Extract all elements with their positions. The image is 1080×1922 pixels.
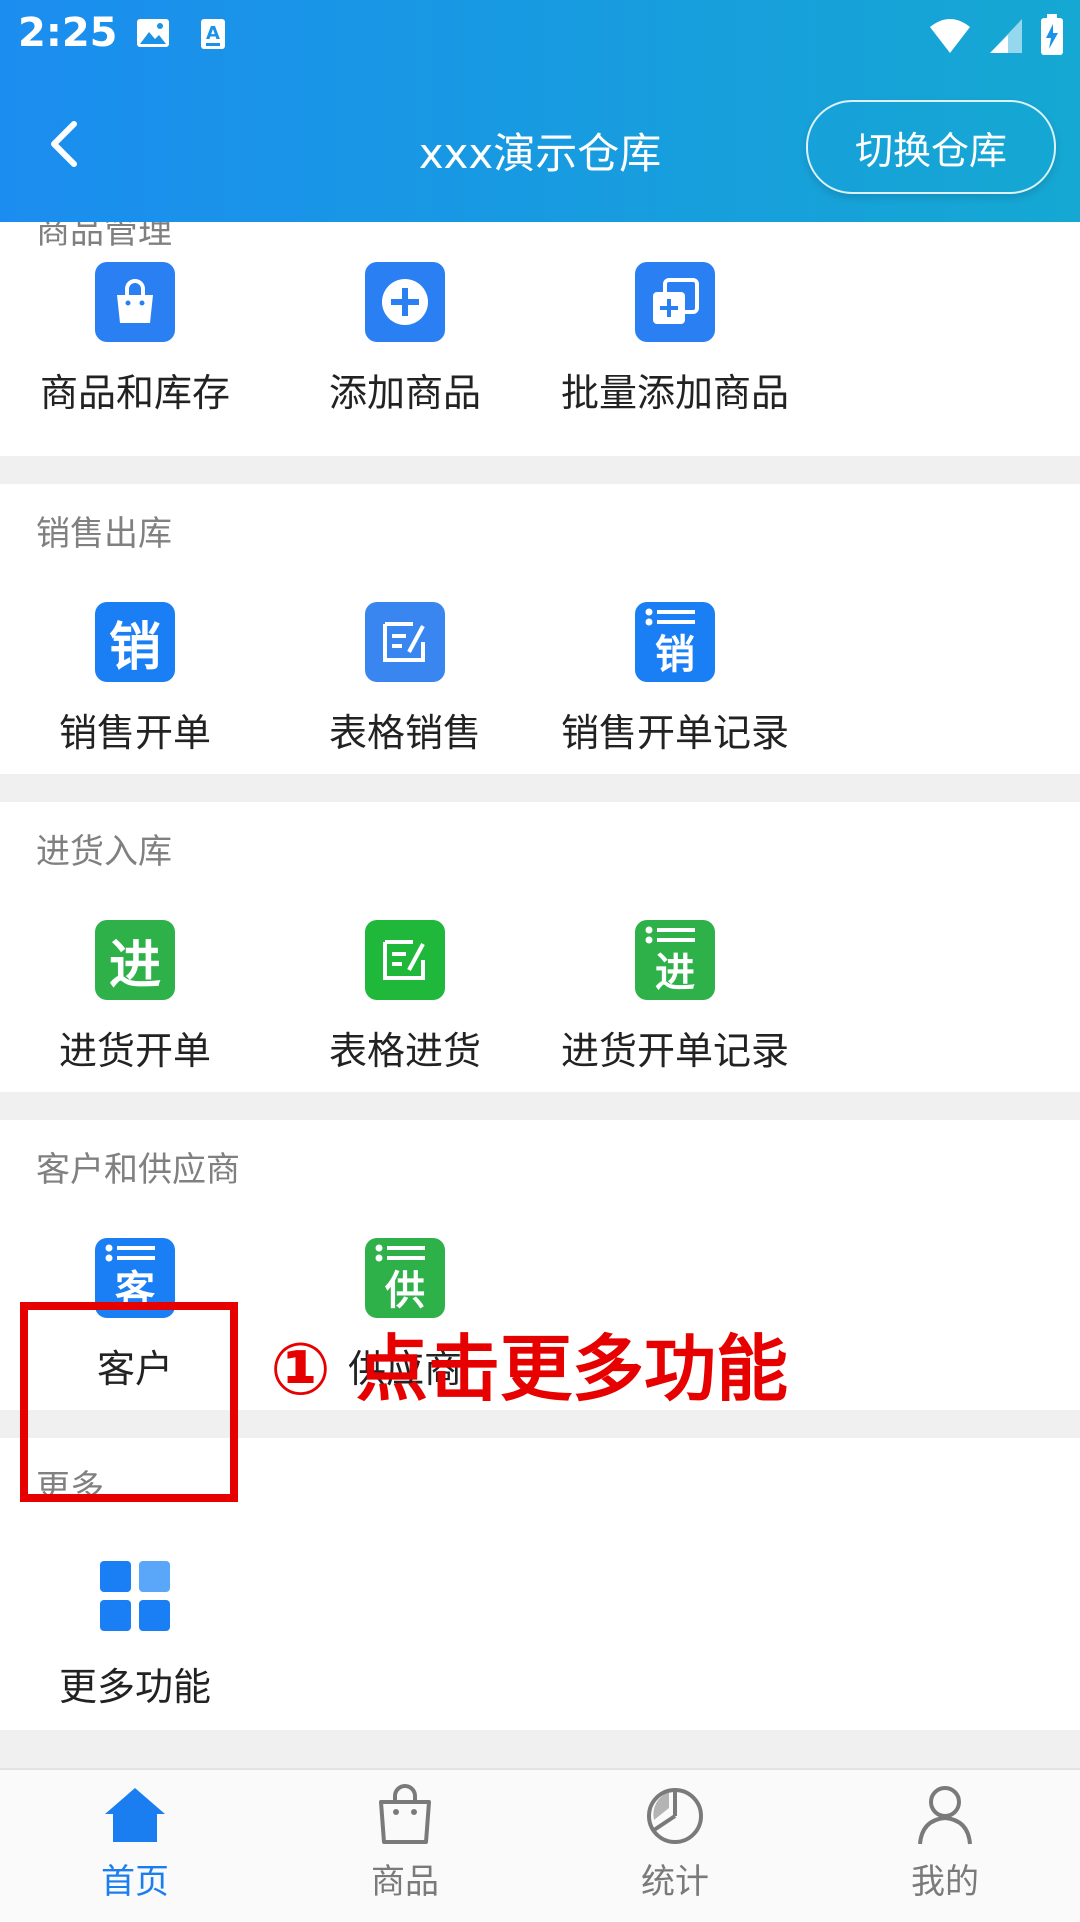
main-content: 商品管理 商品和库存 添加商品 批量添加商品 销售出库 销 销售开单 表格销售 … bbox=[0, 222, 1080, 1768]
table-sales-item[interactable]: 表格销售 bbox=[270, 602, 540, 757]
section-title: 进货入库 bbox=[36, 832, 172, 872]
item-label: 更多功能 bbox=[58, 1665, 211, 1709]
add-goods-item[interactable]: 添加商品 bbox=[270, 262, 540, 417]
status-bar: 2:25 A bbox=[0, 0, 1080, 72]
highlight-box bbox=[20, 1302, 238, 1502]
annotation-text: ① 点击更多功能 bbox=[270, 1327, 789, 1411]
goods-inventory-item[interactable]: 商品和库存 bbox=[0, 262, 270, 417]
battery-icon bbox=[1040, 14, 1064, 60]
item-label: 商品和库存 bbox=[39, 371, 230, 415]
status-time: 2:25 bbox=[18, 10, 118, 56]
section-title: 客户和供应商 bbox=[36, 1150, 240, 1190]
tab-goods[interactable]: 商品 bbox=[270, 1784, 540, 1903]
pie-chart-icon bbox=[647, 1788, 703, 1844]
purchase-order-item[interactable]: 进 进货开单 bbox=[0, 920, 270, 1075]
tab-mine[interactable]: 我的 bbox=[810, 1784, 1080, 1903]
tab-label: 统计 bbox=[641, 1862, 709, 1902]
sales-order-item[interactable]: 销 销售开单 bbox=[0, 602, 270, 757]
tab-label: 首页 bbox=[101, 1862, 169, 1902]
purchase-record-item[interactable]: 进 进货开单记录 bbox=[540, 920, 810, 1075]
sale-icon: 销 bbox=[95, 602, 175, 682]
item-label: 销售开单记录 bbox=[560, 711, 789, 755]
batch-add-goods-item[interactable]: 批量添加商品 bbox=[540, 262, 810, 417]
item-label: 表格销售 bbox=[328, 711, 481, 755]
batch-add-icon bbox=[635, 262, 715, 342]
item-label: 表格进货 bbox=[328, 1029, 481, 1073]
bag-icon bbox=[379, 1784, 431, 1844]
home-icon bbox=[105, 1788, 165, 1842]
section-title: 销售出库 bbox=[36, 514, 172, 554]
edit-table-icon bbox=[365, 920, 445, 1000]
item-label: 添加商品 bbox=[328, 371, 481, 415]
tab-label: 商品 bbox=[371, 1862, 439, 1902]
supplier-icon: 供 bbox=[365, 1238, 445, 1318]
wifi-icon bbox=[928, 15, 972, 59]
image-icon bbox=[136, 18, 170, 54]
tab-stats[interactable]: 统计 bbox=[540, 1784, 810, 1903]
bottom-tab-bar: 首页 商品 统计 我的 bbox=[0, 1768, 1080, 1922]
tab-label: 我的 bbox=[911, 1862, 979, 1902]
item-label: 进货开单 bbox=[58, 1029, 211, 1073]
purchase-record-icon: 进 bbox=[635, 920, 715, 1000]
item-label: 进货开单记录 bbox=[560, 1029, 789, 1073]
svg-text:A: A bbox=[206, 23, 220, 44]
edit-table-icon bbox=[365, 602, 445, 682]
section-goods: 商品管理 商品和库存 添加商品 批量添加商品 bbox=[0, 222, 1080, 456]
item-label: 批量添加商品 bbox=[560, 371, 789, 415]
section-sales: 销售出库 销 销售开单 表格销售 销 销售开单记录 bbox=[0, 484, 1080, 774]
signal-icon bbox=[988, 15, 1024, 59]
section-purchase: 进货入库 进 进货开单 表格进货 进 进货开单记录 bbox=[0, 802, 1080, 1092]
add-circle-icon bbox=[365, 262, 445, 342]
shopping-bag-icon bbox=[95, 262, 175, 342]
purchase-icon: 进 bbox=[95, 920, 175, 1000]
tab-home[interactable]: 首页 bbox=[0, 1784, 270, 1903]
user-icon bbox=[918, 1786, 972, 1845]
sales-record-item[interactable]: 销 销售开单记录 bbox=[540, 602, 810, 757]
item-label: 销售开单 bbox=[58, 711, 211, 755]
switch-warehouse-button[interactable]: 切换仓库 bbox=[806, 100, 1056, 194]
section-title: 商品管理 bbox=[36, 222, 172, 252]
sale-record-icon: 销 bbox=[635, 602, 715, 682]
table-purchase-item[interactable]: 表格进货 bbox=[270, 920, 540, 1075]
grid-icon bbox=[95, 1556, 175, 1636]
text-icon: A bbox=[200, 18, 226, 54]
header: xxx演示仓库 切换仓库 bbox=[0, 72, 1080, 222]
more-functions-item[interactable]: 更多功能 bbox=[0, 1556, 270, 1711]
